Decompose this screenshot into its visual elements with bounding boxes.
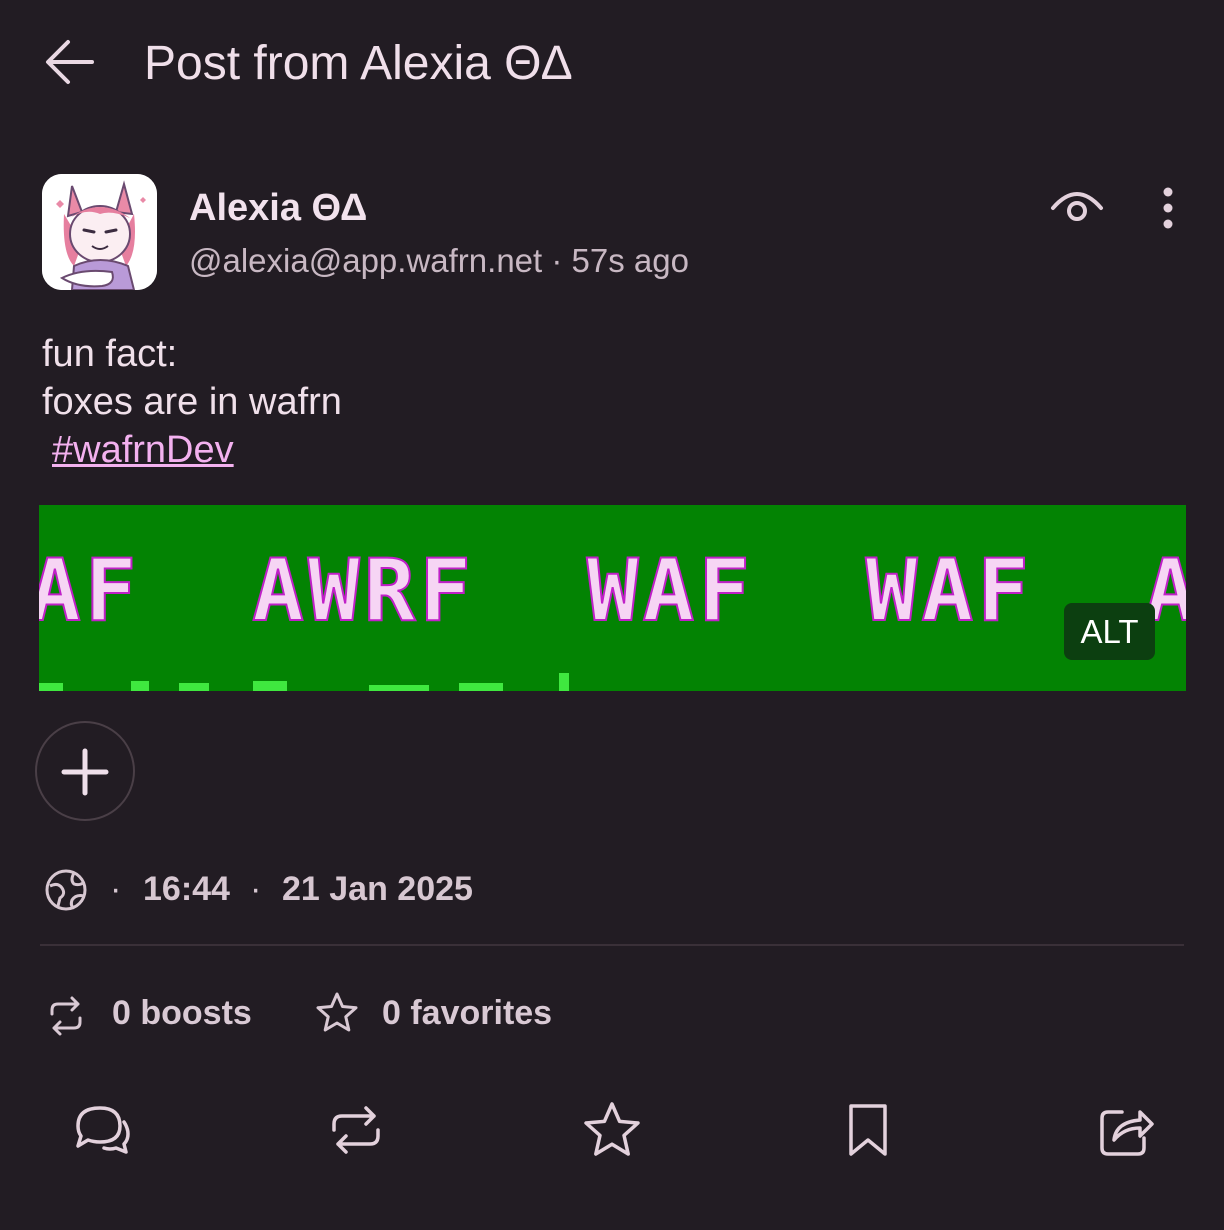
favorites-stat[interactable]: 0 favorites [314,990,574,1040]
star-icon [316,992,358,1032]
post-image[interactable]: AF AWRF WAF WAF AWFRW [39,505,1186,691]
author-name[interactable]: Alexia ΘΔ [189,186,367,230]
share-button[interactable] [1094,1098,1158,1162]
boosts-stat[interactable]: 0 boosts [42,990,262,1040]
author-handle-timestamp: @alexia@app.wafrn.net · 57s ago [189,242,689,279]
visibility-button[interactable] [1048,186,1106,230]
meta-separator: · [110,870,122,908]
repeat-icon [332,1106,380,1154]
favorite-button[interactable] [580,1098,644,1162]
back-button[interactable] [40,36,100,88]
reply-button[interactable] [70,1098,134,1162]
boost-button[interactable] [324,1098,388,1162]
post-text-line: foxes are in wafrn [42,381,342,423]
divider [40,944,1184,946]
star-icon [584,1102,640,1156]
more-vertical-icon [1163,187,1173,229]
bookmark-icon [849,1104,887,1156]
more-options-button[interactable] [1150,186,1186,230]
chat-bubbles-icon [76,1106,130,1154]
favorites-count: 0 favorites [382,994,553,1032]
post-content: fun fact: foxes are in wafrn #wafrnDev [42,330,342,474]
globe-icon [44,868,88,912]
hashtag-link[interactable]: #wafrnDev [52,429,234,471]
boosts-count: 0 boosts [112,994,252,1032]
alt-text-badge[interactable]: ALT [1064,603,1155,660]
post-text-line: fun fact: [42,333,178,375]
page-title: Post from Alexia ΘΔ [144,37,573,90]
post-time: 16:44 [143,870,230,908]
add-reaction-button[interactable] [35,721,135,821]
avatar[interactable] [42,174,157,290]
arrow-left-icon [46,40,94,84]
meta-separator: · [250,870,262,908]
share-icon [1100,1110,1154,1156]
bookmark-button[interactable] [836,1098,900,1162]
post-date: 21 Jan 2025 [282,870,473,908]
eye-icon [1051,192,1103,221]
image-text: AF AWRF WAF WAF AWFRW [39,541,1186,641]
fox-avatar-icon [42,174,157,290]
plus-icon [61,748,109,796]
repeat-icon [50,996,82,1036]
